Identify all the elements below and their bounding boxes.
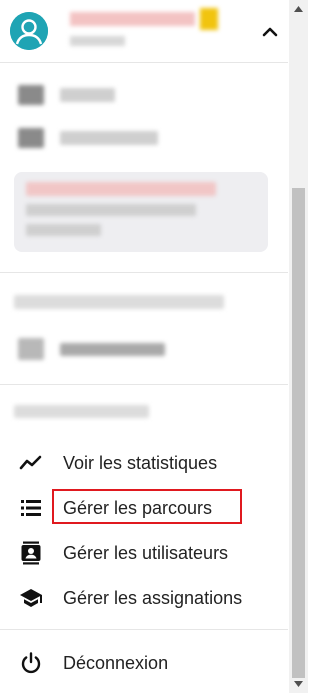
menu-item-assignments[interactable]: Gérer les assignations: [0, 576, 288, 620]
selection-highlight: [52, 489, 242, 524]
divider: [0, 629, 288, 630]
divider: [0, 384, 288, 385]
contact-card-icon: [18, 540, 44, 566]
redacted-card[interactable]: [14, 172, 268, 252]
line-chart-icon: [18, 450, 44, 476]
power-icon: [18, 650, 44, 676]
user-avatar-icon: [10, 12, 48, 50]
menu-item-label: Déconnexion: [63, 652, 169, 673]
scrollbar-thumb[interactable]: [292, 188, 305, 678]
redacted-user-name: [70, 8, 220, 46]
scroll-up-arrow-icon[interactable]: [289, 0, 308, 18]
menu-item-label: Voir les statistiques: [63, 452, 218, 473]
account-menu-panel: Voir les statistiques Gérer les parcours…: [0, 0, 288, 693]
divider: [0, 272, 288, 273]
scroll-down-arrow-icon[interactable]: [289, 675, 308, 693]
divider: [0, 62, 288, 63]
menu-item-users[interactable]: Gérer les utilisateurs: [0, 531, 288, 575]
vertical-scrollbar[interactable]: [289, 0, 308, 693]
menu-item-label: Gérer les utilisateurs: [63, 542, 229, 563]
menu-item-statistics[interactable]: Voir les statistiques: [0, 441, 288, 485]
chevron-up-icon[interactable]: [258, 20, 282, 44]
graduation-cap-icon: [18, 585, 44, 611]
account-header[interactable]: [0, 0, 288, 62]
menu-item-label: Gérer les assignations: [63, 587, 243, 608]
list-icon: [18, 495, 44, 521]
menu-item-logout[interactable]: Déconnexion: [0, 641, 288, 685]
